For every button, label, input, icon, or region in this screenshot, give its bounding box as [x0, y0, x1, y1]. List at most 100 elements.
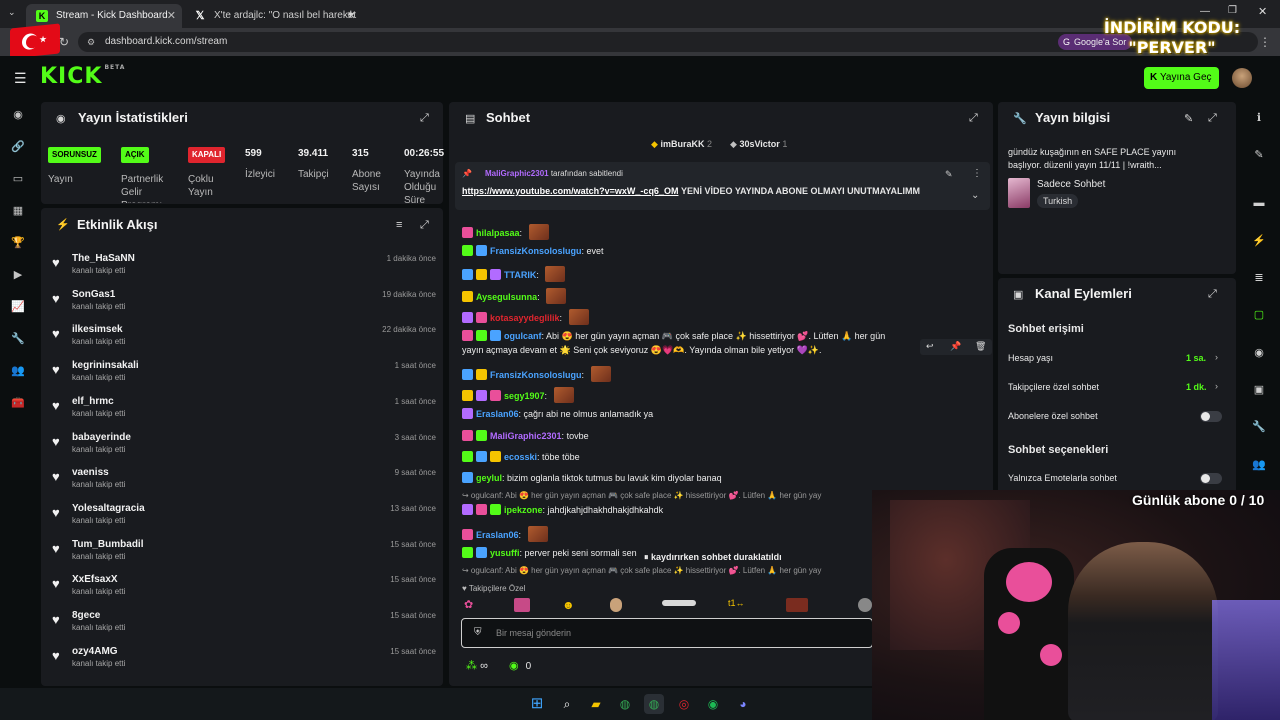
points-icon[interactable]: ◉	[509, 660, 519, 672]
expand-icon[interactable]: ⤢	[420, 112, 429, 125]
activity-item[interactable]: ♥ Yolesaltagracia kanalı takip etti 13 saat…	[50, 503, 440, 537]
maximize-icon[interactable]: ❐	[1228, 5, 1237, 16]
chat-message[interactable]: geylul: bizim oglanla tiktok tutmus bu l…	[462, 472, 722, 483]
chat-username[interactable]: FransizKonsoloslugu	[490, 246, 582, 256]
video-icon[interactable]: ▶	[11, 268, 25, 282]
chrome-icon[interactable]: ◍	[615, 694, 635, 714]
emote-icon[interactable]	[610, 598, 622, 612]
expand-icon[interactable]: ⤢	[1208, 288, 1217, 301]
chat-message[interactable]: ogulcanf: Abi 😍 her gün yayın açman 🎮 ço…	[462, 330, 885, 342]
chat-username[interactable]: segy1907	[504, 391, 545, 401]
chat-message[interactable]: FransizKonsoloslugu:	[462, 366, 611, 382]
users-icon[interactable]: 👥	[11, 364, 25, 378]
chat-username[interactable]: MaliGraphic2301	[490, 431, 562, 441]
hamburger-menu-icon[interactable]: ☰	[14, 70, 27, 87]
emote-icon[interactable]: ☻	[562, 598, 575, 612]
chat-username[interactable]: ogulcanf	[504, 331, 542, 341]
emote-icon[interactable]: t1↔	[728, 598, 745, 608]
app-icon[interactable]: ◎	[674, 694, 694, 714]
activity-user[interactable]: The_HaSaNN	[72, 253, 135, 264]
emote-icon[interactable]	[514, 598, 530, 612]
account-age-value[interactable]: 1 sa.	[1186, 353, 1206, 363]
emote-icon[interactable]	[662, 600, 696, 606]
tab-x-post[interactable]: 𝕏 X'te ardajlc: "O nasıl bel hareket ✕	[184, 4, 362, 28]
activity-user[interactable]: babayerinde	[72, 432, 131, 443]
activity-user[interactable]: 8gece	[72, 610, 100, 621]
unpin-icon[interactable]: ✎	[945, 169, 953, 180]
more-icon[interactable]: ⋮	[972, 168, 982, 179]
chat-username[interactable]: Eraslan06	[476, 530, 519, 540]
chat-message[interactable]: yusuffi: perver peki seni sormali sen	[462, 547, 637, 558]
bubbles-icon[interactable]: ⁂	[466, 660, 477, 672]
activity-item[interactable]: ♥ babayerinde kanalı takip etti 3 saat önce	[50, 432, 440, 466]
avatar[interactable]	[1232, 68, 1252, 88]
chat-username[interactable]: hilalpasaa	[476, 228, 520, 238]
activity-item[interactable]: ♥ SonGas1 kanalı takip etti 19 dakika önce	[50, 289, 440, 323]
chrome-profile-icon[interactable]: ◍	[644, 694, 664, 714]
activity-item[interactable]: ♥ 8gece kanalı takip etti 15 saat önce	[50, 610, 440, 644]
wrench-icon[interactable]: 🔧	[11, 332, 25, 346]
wrench-icon[interactable]: 🔧	[1252, 420, 1266, 434]
chat-username[interactable]: kotasayydeglilik	[490, 313, 560, 323]
discord-icon[interactable]: ◕	[733, 694, 753, 714]
chevron-right-icon[interactable]: ›	[1215, 381, 1218, 391]
activity-item[interactable]: ♥ Tum_Bumbadil kanalı takip etti 15 saat ön…	[50, 539, 440, 573]
bolt-icon[interactable]: ⚡	[1252, 234, 1266, 248]
chat-message[interactable]: FransizKonsoloslugu: evet	[462, 245, 604, 256]
chat-username[interactable]: Eraslan06	[476, 409, 519, 419]
spotify-icon[interactable]: ◉	[703, 694, 723, 714]
emote-icon[interactable]	[786, 598, 808, 612]
activity-user[interactable]: vaeniss	[72, 467, 109, 478]
filter-icon[interactable]: ≡	[396, 219, 402, 231]
users-icon[interactable]: 👥	[1252, 458, 1266, 472]
trophy-icon[interactable]: 🏆	[11, 236, 25, 250]
go-live-button[interactable]: Yayına Geç	[1144, 67, 1219, 89]
chat-username[interactable]: ecosski	[504, 452, 537, 462]
site-info-icon[interactable]: ⚙	[87, 32, 95, 52]
chat-username[interactable]: FransizKonsoloslugu	[490, 370, 582, 380]
chat-message-input[interactable]: ⛨ Bir mesaj gönderin	[461, 618, 873, 648]
chat-username[interactable]: ipekzone	[504, 505, 543, 515]
chat-message[interactable]: MaliGraphic2301: tovbe	[462, 430, 589, 441]
chevron-down-icon[interactable]: ⌄	[971, 190, 979, 201]
activity-item[interactable]: ♥ ozy4AMG kanalı takip etti 15 saat önce	[50, 646, 440, 680]
activity-user[interactable]: ozy4AMG	[72, 646, 118, 657]
chat-username[interactable]: geylul	[476, 473, 502, 483]
emote-only-toggle[interactable]	[1200, 473, 1222, 484]
expand-icon[interactable]: ⤢	[420, 219, 429, 232]
activity-user[interactable]: Yolesaltagracia	[72, 503, 145, 514]
activity-user[interactable]: XxEfsaxX	[72, 574, 118, 585]
edit-icon[interactable]: ✎	[1252, 148, 1266, 162]
chat-message[interactable]: TTARIK:	[462, 266, 566, 282]
chat-message[interactable]: ↪ ogulcanf: Abi 😍 her gün yayın açman 🎮 …	[462, 491, 821, 500]
chest-icon[interactable]: 🧰	[11, 396, 25, 410]
activity-user[interactable]: Tum_Bumbadil	[72, 539, 143, 550]
list-icon[interactable]: ≣	[1252, 271, 1266, 285]
activity-user[interactable]: ilkesimsek	[72, 324, 123, 335]
close-icon[interactable]: ✕	[167, 4, 176, 28]
chat-message[interactable]: kotasayydeglilik:	[462, 309, 589, 325]
calendar-icon[interactable]: ▦	[11, 204, 25, 218]
chat-message[interactable]: Eraslan06: çağrı abi ne olmus anlamadık …	[462, 408, 653, 419]
window-icon[interactable]: ▭	[11, 172, 25, 186]
search-icon[interactable]: ⌕	[557, 694, 577, 714]
expand-icon[interactable]: ⤢	[969, 112, 978, 125]
edit-icon[interactable]: ✎	[1184, 112, 1193, 125]
window-close-icon[interactable]: ✕	[1258, 5, 1267, 18]
chat-username[interactable]: yusuffi	[490, 548, 520, 558]
expand-icon[interactable]: ⤢	[1208, 112, 1217, 125]
activity-user[interactable]: SonGas1	[72, 289, 115, 300]
delete-icon[interactable]: 🗑	[975, 341, 986, 352]
media-icon[interactable]: ▬	[1252, 196, 1266, 210]
chat-username[interactable]: Aysegulsunna	[476, 292, 537, 302]
activity-item[interactable]: ♥ kegrininsakali kanalı takip etti 1 saat ö…	[50, 360, 440, 394]
record-icon[interactable]: ◉	[1252, 346, 1266, 360]
subs-only-toggle[interactable]	[1200, 411, 1222, 422]
analytics-icon[interactable]: 📈	[11, 300, 25, 314]
chat-message[interactable]: hilalpasaa:	[462, 224, 549, 240]
chat-username[interactable]: TTARIK	[504, 270, 536, 280]
emote-icon[interactable]	[858, 598, 872, 612]
chat-paused-notice[interactable]: ⏸ kaydırırken sohbet duraklatıldı	[644, 552, 782, 563]
category-name[interactable]: Sadece Sohbet	[1037, 178, 1105, 191]
chat-message[interactable]: Eraslan06:	[462, 526, 548, 542]
